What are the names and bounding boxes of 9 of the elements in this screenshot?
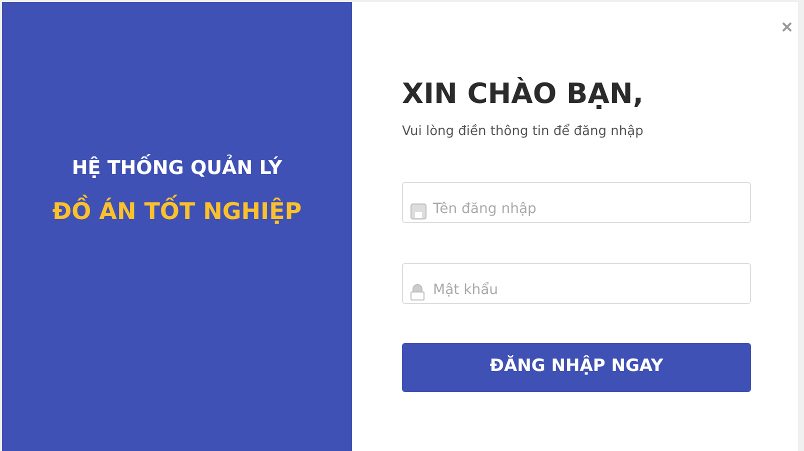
username-field[interactable]: Tên đăng nhập: [402, 182, 751, 222]
close-icon[interactable]: [782, 22, 792, 32]
system-title: HỆ THỐNG QUẢN LÝ: [72, 154, 282, 182]
lock-icon: [410, 284, 425, 300]
user-card-icon: [410, 202, 427, 220]
password-field[interactable]: Mật khẩu: [402, 262, 751, 304]
project-title: ĐỒ ÁN TỐT NGHIỆP: [52, 194, 302, 229]
subtitle: Vui lòng điền thông tin để đăng nhập: [402, 122, 644, 141]
login-button[interactable]: ĐĂNG NHẬP NGAY: [402, 342, 751, 392]
